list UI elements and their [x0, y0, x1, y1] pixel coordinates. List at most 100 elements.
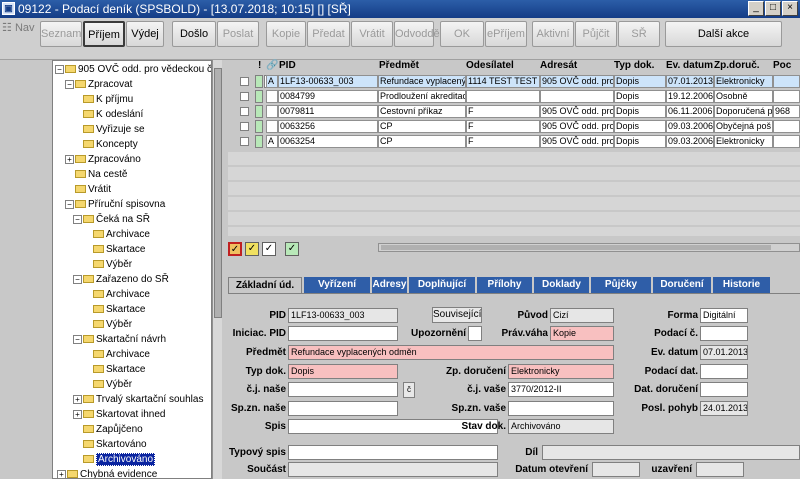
vydej-button[interactable]: Výdej — [126, 21, 164, 47]
row-datum[interactable]: 09.03.2006 — [666, 135, 714, 148]
tree-item[interactable]: − Příruční spisovna — [65, 198, 165, 212]
lookup-icon[interactable]: č — [403, 382, 415, 398]
row-datum[interactable]: 06.11.2006 — [666, 105, 714, 118]
vratit-button[interactable]: Vrátit — [351, 21, 393, 47]
tree-item[interactable]: K odeslání — [83, 108, 143, 122]
indicator-checkbox[interactable]: ✓ — [228, 242, 242, 256]
row-adresat[interactable] — [540, 90, 614, 103]
collapse-icon[interactable]: − — [73, 214, 82, 224]
collapse-icon[interactable]: − — [73, 334, 82, 344]
odvoddel-button[interactable]: Odvodděl — [394, 21, 442, 47]
col-predmet[interactable]: Předmět — [379, 60, 419, 72]
tree-item[interactable]: Výběr — [93, 258, 132, 272]
indicator-checkbox[interactable]: ✓ — [285, 242, 299, 256]
folder-tree[interactable]: −905 OVČ odd. pro vědeckou činnost −Zpra… — [52, 60, 212, 479]
minimize-button[interactable]: _ — [748, 1, 764, 16]
tab-adresy[interactable]: Adresy — [372, 277, 407, 293]
tree-item[interactable]: Skartováno — [83, 438, 147, 452]
row-odesilatel[interactable]: F — [466, 105, 540, 118]
row-checkbox[interactable] — [240, 122, 249, 131]
puvod-field[interactable]: Cizí — [550, 308, 614, 323]
col-po[interactable]: Poc — [773, 60, 791, 72]
row-po[interactable]: 968 — [773, 105, 800, 118]
row-typ[interactable]: Dopis — [614, 135, 666, 148]
row-pid[interactable]: 0084799 — [278, 90, 378, 103]
tree-scrollbar[interactable] — [212, 60, 222, 479]
scroll-thumb[interactable] — [381, 245, 771, 250]
tree-item[interactable]: + Skartovat ihned — [73, 408, 166, 422]
row-adresat[interactable]: 905 OVČ odd. pro — [540, 105, 614, 118]
pid-field[interactable]: 1LF13-00633_003 — [288, 308, 398, 323]
col-pid[interactable]: PID — [279, 60, 296, 72]
tree-item[interactable]: Archivace — [93, 228, 150, 242]
tree-item[interactable]: Skartace — [93, 363, 145, 377]
tree-item[interactable]: − Zařazeno do SŘ — [73, 273, 169, 287]
maximize-button[interactable]: □ — [765, 1, 781, 16]
tree-item[interactable]: Výběr — [93, 318, 132, 332]
row-typ[interactable]: Dopis — [614, 75, 666, 88]
row-checkbox[interactable] — [240, 77, 249, 86]
row-typ[interactable]: Dopis — [614, 90, 666, 103]
row-predmet[interactable]: Cestovní příkaz — [378, 105, 466, 118]
pujcit-button[interactable]: Půjčit — [575, 21, 617, 47]
tab-doruceni[interactable]: Doručení — [653, 277, 711, 293]
scroll-thumb[interactable] — [214, 68, 222, 318]
dil-field[interactable] — [542, 445, 800, 460]
tree-item[interactable]: Koncepty — [83, 138, 138, 152]
kopie-button[interactable]: Kopie — [266, 21, 306, 47]
eprijem-button[interactable]: ePříjem — [485, 21, 527, 47]
collapse-icon[interactable]: − — [55, 64, 64, 74]
datumotevreni-field[interactable] — [592, 462, 640, 477]
tree-item[interactable]: Výběr — [93, 378, 132, 392]
tree-item[interactable]: Archivace — [93, 288, 150, 302]
nav-tab[interactable]: ☷ Nav — [2, 21, 35, 34]
predmet-field[interactable]: Refundace vyplacených odměn — [288, 345, 614, 360]
tree-item[interactable]: − Čeká na SŘ — [73, 213, 150, 227]
row-odesilatel[interactable]: F — [466, 135, 540, 148]
row-predmet[interactable]: CP — [378, 120, 466, 133]
row-zp[interactable]: Elektronicky — [714, 75, 773, 88]
tab-doklady[interactable]: Doklady — [534, 277, 589, 293]
row-pid[interactable]: 0063254 — [278, 135, 378, 148]
tab-pujcky[interactable]: Půjčky — [591, 277, 651, 293]
tab-historie[interactable]: Historie — [713, 277, 770, 293]
spznvase-field[interactable] — [508, 401, 614, 416]
tab-zakladni[interactable]: Základní úd. — [228, 277, 302, 293]
typdok-field[interactable]: Dopis — [288, 364, 398, 379]
collapse-icon[interactable]: − — [65, 79, 74, 89]
tab-prilohy[interactable]: Přílohy — [477, 277, 532, 293]
row-pid[interactable]: 0063256 — [278, 120, 378, 133]
tree-item[interactable]: Skartace — [93, 243, 145, 257]
row-adresat[interactable]: 905 OVČ odd. pro — [540, 120, 614, 133]
podacic-field[interactable] — [700, 326, 748, 341]
expand-icon[interactable]: + — [73, 409, 82, 419]
poslpohyb-field[interactable]: 24.01.2013 — [700, 401, 748, 416]
soucast-field[interactable] — [288, 462, 498, 477]
tree-item[interactable]: Na cestě — [75, 168, 127, 182]
row-pid[interactable]: 0079811 — [278, 105, 378, 118]
document-grid[interactable]: ! 🔗 PID Předmět Odesílatel Adresát Typ d… — [228, 60, 800, 238]
tree-item[interactable]: + Zpracováno — [65, 153, 141, 167]
row-po[interactable] — [773, 135, 800, 148]
typovyspis-field[interactable] — [288, 445, 498, 460]
evdatum-field[interactable]: 07.01.2013 — [700, 345, 748, 360]
row-typ[interactable]: Dopis — [614, 120, 666, 133]
indicator-checkbox[interactable]: ✓ — [262, 242, 276, 256]
close-button[interactable]: × — [782, 1, 798, 16]
tree-item[interactable]: −905 OVČ odd. pro vědeckou činnost — [55, 63, 211, 77]
row-po[interactable] — [773, 90, 800, 103]
tree-item[interactable]: Skartace — [93, 303, 145, 317]
doslo-button[interactable]: Došlo — [172, 21, 216, 47]
expand-icon[interactable]: + — [73, 394, 82, 404]
row-po[interactable] — [773, 75, 800, 88]
tree-item[interactable]: Vrátit — [75, 183, 111, 197]
row-zp[interactable]: Osobně — [714, 90, 773, 103]
pravvaha-field[interactable]: Kopie — [550, 326, 614, 341]
row-predmet[interactable]: Prodloužení akreditace — [378, 90, 466, 103]
tree-item[interactable]: Vyřizuje se — [83, 123, 145, 137]
row-adresat[interactable]: 905 OVČ odd. pro — [540, 75, 614, 88]
cjvase-field[interactable]: 3770/2012-II — [508, 382, 614, 397]
spznnase-field[interactable] — [288, 401, 398, 416]
tree-item[interactable]: Archivace — [93, 348, 150, 362]
row-zp[interactable]: Doporučená p — [714, 105, 773, 118]
